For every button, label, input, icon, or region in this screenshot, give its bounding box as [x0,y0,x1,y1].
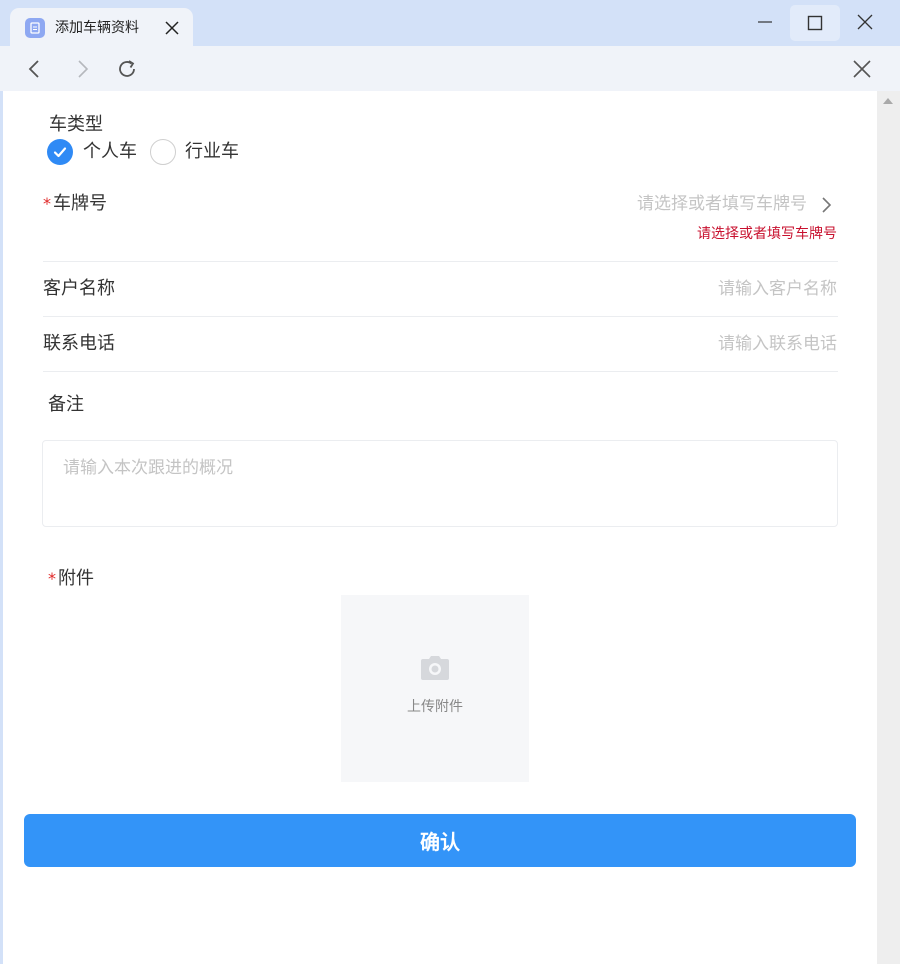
plate-error-message: 请选择或者填写车牌号 [697,226,837,242]
upload-attachment-label: 上传附件 [407,699,463,715]
document-icon [25,18,45,38]
tab-title: 添加车辆资料 [55,20,139,36]
customer-name-input[interactable]: 请输入客户名称 [718,277,837,301]
browser-tab[interactable]: 添加车辆资料 [10,8,193,46]
radio-industry-car[interactable] [150,139,176,165]
vehicle-type-label: 车类型 [49,114,103,135]
customer-name-label: 客户名称 [43,278,115,299]
plate-label: * 车牌号 [43,192,107,216]
divider [43,371,838,372]
confirm-button[interactable]: 确认 [24,814,856,867]
chevron-right-icon[interactable] [70,56,96,82]
camera-icon [420,655,450,681]
plate-label-text: 车牌号 [53,193,107,214]
tab-close-icon[interactable] [161,17,183,39]
remark-placeholder: 请输入本次跟进的概况 [63,458,233,478]
plate-input[interactable]: 请选择或者填写车牌号 [637,192,807,216]
maximize-icon[interactable] [790,5,840,41]
minimize-icon[interactable] [745,4,785,40]
chevron-left-icon[interactable] [21,56,47,82]
upload-attachment-button[interactable]: 上传附件 [341,595,529,782]
chevron-right-icon[interactable] [819,195,833,215]
window-close-icon[interactable] [845,4,885,40]
radio-personal-car-label[interactable]: 个人车 [83,140,137,164]
checkmark-icon [53,147,67,158]
divider [43,316,838,317]
page-content: 车类型 个人车 行业车 * 车牌号 请选择或者填写车牌号 请选择或者填写车牌号 客… [3,91,877,964]
title-bar: 添加车辆资料 [0,0,900,46]
radio-personal-car[interactable] [47,139,73,165]
reload-icon[interactable] [114,56,140,82]
close-icon[interactable] [849,56,875,82]
phone-input[interactable]: 请输入联系电话 [718,332,837,356]
remark-label: 备注 [48,394,84,415]
attachment-label: * 附件 [48,567,94,591]
attachment-label-text: 附件 [58,568,94,589]
required-mark: * [43,194,51,213]
scrollbar[interactable] [877,91,900,964]
required-mark: * [48,569,56,588]
divider [43,261,838,262]
scroll-up-arrow-icon[interactable] [883,98,893,104]
phone-label: 联系电话 [43,333,115,354]
remark-textarea[interactable]: 请输入本次跟进的概况 [42,440,838,527]
radio-industry-car-label[interactable]: 行业车 [185,140,239,164]
navigation-bar [0,46,900,91]
